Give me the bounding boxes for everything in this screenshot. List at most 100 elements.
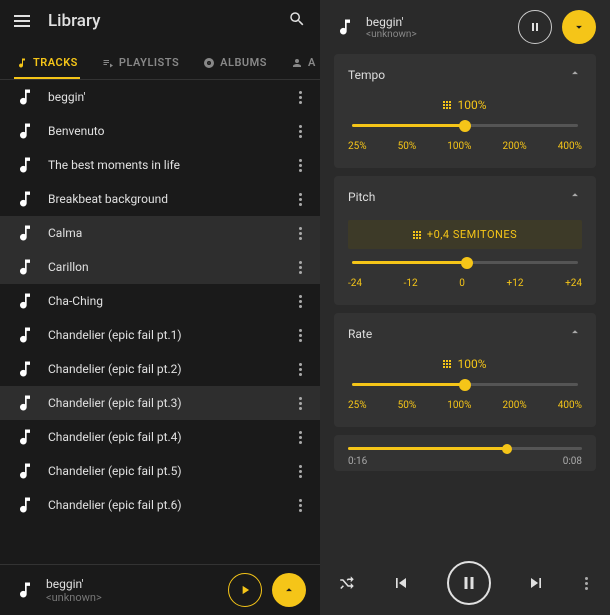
track-row[interactable]: The best moments in life	[0, 148, 320, 182]
music-note-icon	[14, 188, 36, 210]
nowplaying-bar: beggin' <unknown>	[0, 564, 320, 615]
track-row[interactable]: Chandelier (epic fail pt.4)	[0, 420, 320, 454]
track-row[interactable]: Chandelier (epic fail pt.6)	[0, 488, 320, 522]
track-row[interactable]: Chandelier (epic fail pt.1)	[0, 318, 320, 352]
tab-a[interactable]: A	[289, 50, 318, 79]
time-elapsed: 0:16	[348, 456, 367, 467]
more-icon[interactable]	[581, 573, 592, 594]
tempo-slider[interactable]	[352, 124, 578, 127]
search-icon[interactable]	[288, 10, 306, 32]
rate-title: Rate	[348, 327, 372, 341]
track-title: beggin'	[48, 90, 283, 104]
track-row[interactable]: Chandelier (epic fail pt.5)	[0, 454, 320, 488]
rate-slider[interactable]	[352, 383, 578, 386]
progress-panel: 0:16 0:08	[334, 435, 596, 471]
rate-ticks: 25%50%100%200%400%	[348, 400, 582, 411]
track-row[interactable]: Benvenuto	[0, 114, 320, 148]
music-note-icon	[14, 494, 36, 516]
player-track-artist: <unknown>	[366, 29, 508, 40]
track-title: Chandelier (epic fail pt.4)	[48, 430, 283, 444]
track-title: Breakbeat background	[48, 192, 283, 206]
track-row[interactable]: Cha-Ching	[0, 284, 320, 318]
pitch-title: Pitch	[348, 190, 375, 204]
next-button[interactable]	[526, 573, 546, 593]
track-list: beggin' Benvenuto The best moments in li…	[0, 80, 320, 564]
library-tabs: TRACKS PLAYLISTS ALBUMS A	[0, 42, 320, 80]
nowplaying-artist: <unknown>	[46, 591, 218, 604]
play-button[interactable]	[228, 573, 262, 607]
track-title: Calma	[48, 226, 283, 240]
track-title: Chandelier (epic fail pt.5)	[48, 464, 283, 478]
music-note-icon	[334, 16, 356, 38]
track-title: The best moments in life	[48, 158, 283, 172]
more-icon[interactable]	[295, 189, 306, 210]
track-title: Chandelier (epic fail pt.1)	[48, 328, 283, 342]
track-title: Carillon	[48, 260, 283, 274]
music-note-icon	[14, 120, 36, 142]
shuffle-button[interactable]	[338, 574, 356, 592]
music-note-icon	[14, 256, 36, 278]
page-title: Library	[48, 11, 270, 31]
tab-tracks[interactable]: TRACKS	[14, 50, 80, 79]
music-note-icon	[14, 392, 36, 414]
time-total: 0:08	[563, 456, 582, 467]
track-title: Chandelier (epic fail pt.6)	[48, 498, 283, 512]
music-note-icon	[14, 579, 36, 601]
music-note-icon	[14, 426, 36, 448]
track-row[interactable]: Carillon	[0, 250, 320, 284]
nowplaying-title: beggin'	[46, 577, 218, 591]
pitch-ticks: -24-120+12+24	[348, 278, 582, 289]
progress-slider[interactable]	[348, 447, 582, 450]
pitch-panel: Pitch +0,4 SEMITONES -24-120+12+24	[334, 176, 596, 305]
prev-button[interactable]	[391, 573, 411, 593]
more-icon[interactable]	[295, 155, 306, 176]
track-row[interactable]: Chandelier (epic fail pt.2)	[0, 352, 320, 386]
more-icon[interactable]	[295, 87, 306, 108]
music-note-icon	[14, 460, 36, 482]
main-pause-button[interactable]	[447, 561, 491, 605]
library-header: Library	[0, 0, 320, 42]
more-icon[interactable]	[295, 325, 306, 346]
music-note-icon	[14, 154, 36, 176]
track-row[interactable]: beggin'	[0, 80, 320, 114]
collapse-button[interactable]	[562, 10, 596, 44]
rate-panel: Rate 100% 25%50%100%200%400%	[334, 313, 596, 427]
tab-albums[interactable]: ALBUMS	[201, 50, 269, 79]
music-note-icon	[14, 290, 36, 312]
pitch-value[interactable]: +0,4 SEMITONES	[348, 220, 582, 249]
menu-icon[interactable]	[14, 15, 30, 27]
tab-playlists[interactable]: PLAYLISTS	[100, 50, 181, 79]
pause-button[interactable]	[518, 10, 552, 44]
more-icon[interactable]	[295, 495, 306, 516]
more-icon[interactable]	[295, 223, 306, 244]
music-note-icon	[14, 86, 36, 108]
pitch-slider[interactable]	[352, 261, 578, 264]
more-icon[interactable]	[295, 121, 306, 142]
chevron-up-icon[interactable]	[568, 188, 582, 206]
tempo-value[interactable]: 100%	[348, 98, 582, 112]
track-row[interactable]: Breakbeat background	[0, 182, 320, 216]
tempo-title: Tempo	[348, 68, 385, 82]
track-row[interactable]: Calma	[0, 216, 320, 250]
rate-value[interactable]: 100%	[348, 357, 582, 371]
track-row[interactable]: Chandelier (epic fail pt.3)	[0, 386, 320, 420]
track-title: Chandelier (epic fail pt.2)	[48, 362, 283, 376]
more-icon[interactable]	[295, 427, 306, 448]
more-icon[interactable]	[295, 393, 306, 414]
player-track-title: beggin'	[366, 15, 508, 29]
track-title: Benvenuto	[48, 124, 283, 138]
playback-controls	[320, 551, 610, 615]
more-icon[interactable]	[295, 257, 306, 278]
chevron-up-icon[interactable]	[568, 66, 582, 84]
more-icon[interactable]	[295, 291, 306, 312]
track-title: Chandelier (epic fail pt.3)	[48, 396, 283, 410]
tempo-ticks: 25%50%100%200%400%	[348, 141, 582, 152]
music-note-icon	[14, 358, 36, 380]
music-note-icon	[14, 324, 36, 346]
tempo-panel: Tempo 100% 25%50%100%200%400%	[334, 54, 596, 168]
expand-button[interactable]	[272, 573, 306, 607]
more-icon[interactable]	[295, 359, 306, 380]
chevron-up-icon[interactable]	[568, 325, 582, 343]
music-note-icon	[14, 222, 36, 244]
more-icon[interactable]	[295, 461, 306, 482]
